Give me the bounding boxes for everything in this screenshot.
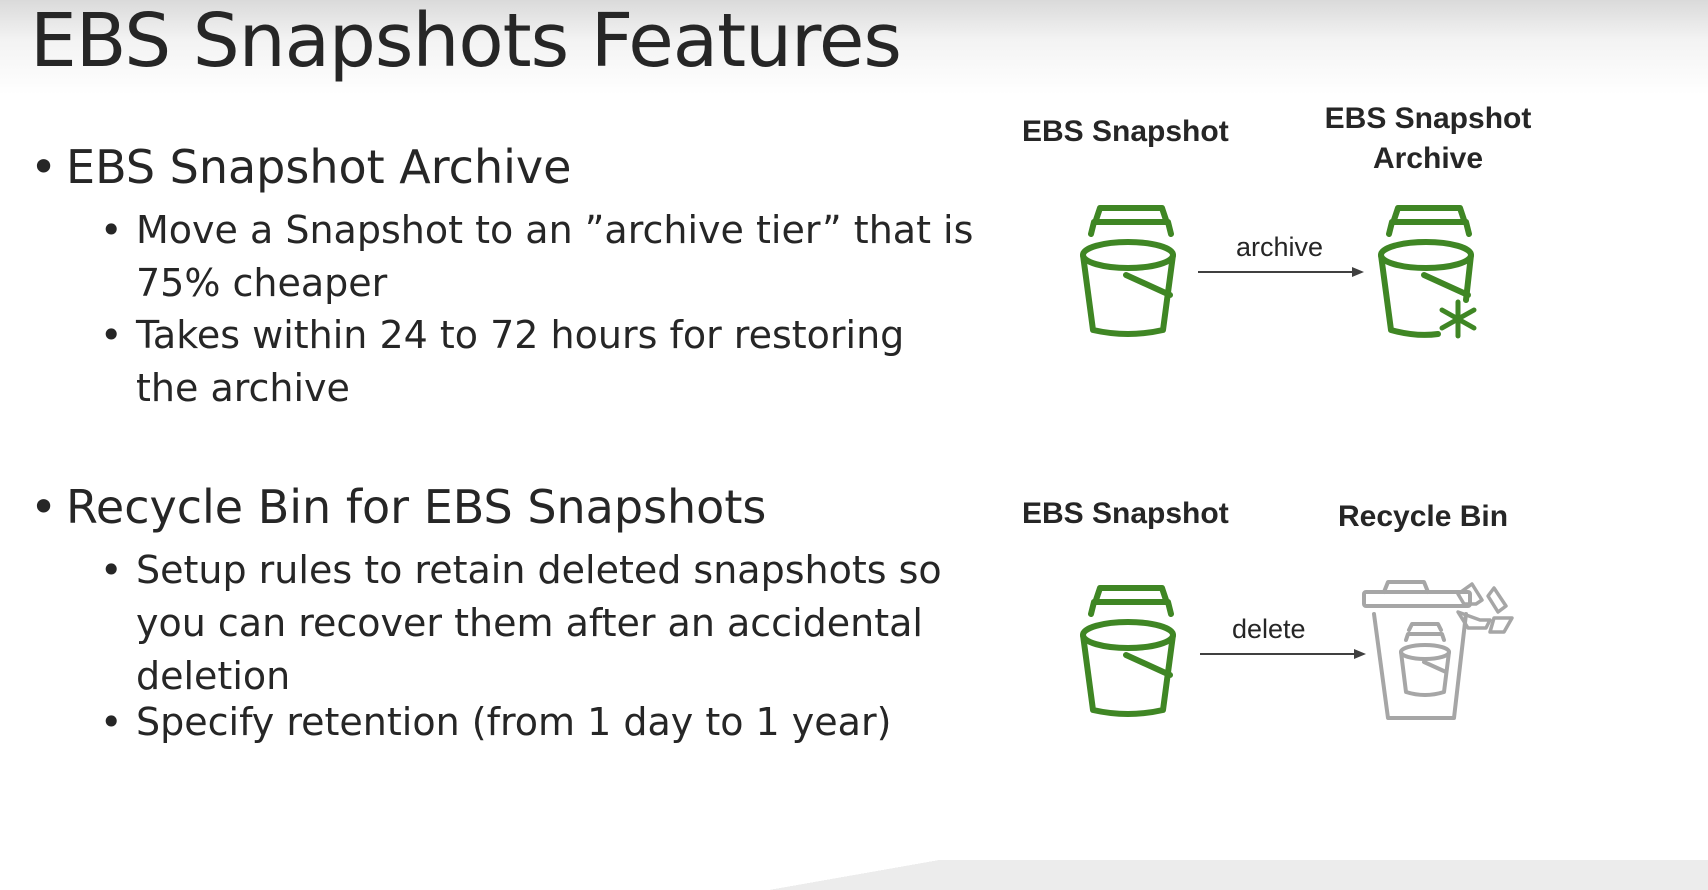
recycle-point-2: • Specify retention (from 1 day to 1 year… [100, 696, 891, 749]
bucket-icon [1080, 205, 1176, 337]
archive-source-label: EBS Snapshot [1022, 115, 1229, 148]
archive-point-2: • Takes within 24 to 72 hours for restori… [100, 309, 904, 415]
bullet-icon: • [100, 313, 123, 357]
archive-arrow-label: archive [1236, 232, 1324, 262]
bullet-icon: • [100, 700, 123, 744]
footer-band [0, 860, 1708, 890]
archive-target-label: EBS Snapshot Archive [1324, 102, 1532, 175]
archive-arrow [1198, 267, 1364, 277]
bullet-icon: • [100, 208, 123, 252]
recycle-bin-icon [1362, 580, 1514, 720]
section-archive-heading: • EBS Snapshot Archive [30, 140, 572, 194]
delete-arrow-label: delete [1232, 614, 1306, 644]
snowflake-icon [1439, 299, 1477, 339]
slide: EBS Snapshots Features • EBS Snapshot Arc… [0, 0, 1708, 890]
bucket-snowflake-icon [1378, 205, 1477, 339]
slide-title: EBS Snapshots Features [30, 0, 902, 84]
recycle-source-label: EBS Snapshot [1022, 497, 1229, 530]
delete-arrow [1200, 649, 1366, 659]
recycle-point-1: • Setup rules to retain deleted snapshots… [100, 544, 942, 703]
archive-point-1: • Move a Snapshot to an ”archive tier” th… [100, 204, 973, 310]
bucket-icon [1080, 585, 1176, 717]
bullet-icon: • [30, 480, 58, 534]
section-recycle-heading: • Recycle Bin for EBS Snapshots [30, 480, 767, 534]
bullet-icon: • [30, 140, 58, 194]
bullet-icon: • [100, 548, 123, 592]
recycle-target-label: Recycle Bin [1338, 500, 1509, 533]
